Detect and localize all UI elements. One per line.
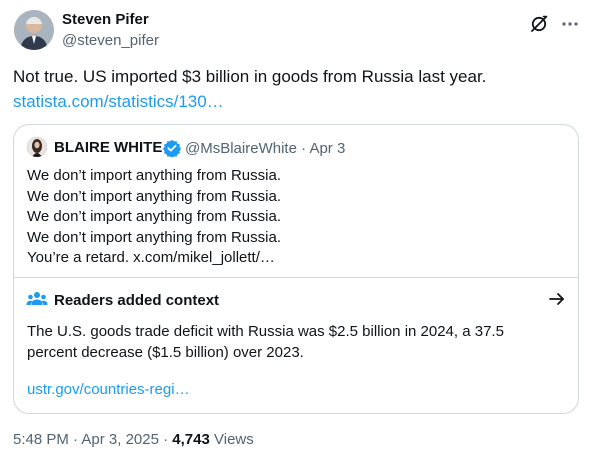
quote-author-avatar[interactable]: [27, 137, 47, 157]
views-label: Views: [214, 431, 254, 448]
tweet-date[interactable]: Apr 3, 2025: [81, 431, 159, 448]
author-handle[interactable]: @steven_pifer: [62, 32, 159, 49]
quote-author-handle[interactable]: @MsBlaireWhite: [185, 140, 297, 157]
divider: [14, 277, 578, 278]
quote-text: We don’t import anything from Russia. We…: [27, 166, 567, 269]
grok-icon[interactable]: [529, 14, 549, 34]
views-count: 4,743: [172, 431, 210, 448]
tweet-time[interactable]: 5:48 PM: [13, 431, 69, 448]
footer-separator: ·: [73, 431, 79, 448]
community-note-text: The U.S. goods trade deficit with Russia…: [27, 322, 567, 363]
quote-line: You’re a retard. x.com/mikel_jollett/…: [27, 249, 275, 266]
author-name[interactable]: Steven Pifer: [62, 11, 149, 28]
community-note-title: Readers added context: [54, 292, 220, 309]
quote-line: We don’t import anything from Russia.: [27, 167, 281, 184]
footer-separator: ·: [163, 431, 169, 448]
quoted-tweet[interactable]: BLAIRE WHITE @MsBlaireWhite · Apr 3 We d…: [13, 124, 579, 414]
tweet-link[interactable]: statista.com/statistics/130…: [13, 91, 224, 113]
arrow-right-icon[interactable]: [548, 290, 566, 308]
quote-meta: @MsBlaireWhite · Apr 3: [185, 140, 345, 157]
quote-line: We don’t import anything from Russia.: [27, 228, 281, 246]
note-line: The U.S. goods trade deficit with Russia…: [27, 323, 504, 340]
quote-separator: ·: [301, 140, 307, 157]
note-line: percent decrease ($1.5 billion) over 202…: [27, 343, 304, 361]
quote-author-name[interactable]: BLAIRE WHITE: [54, 139, 162, 156]
verified-badge-icon: [162, 139, 182, 158]
author-avatar[interactable]: [14, 10, 54, 50]
quote-line: We don’t import anything from Russia.: [27, 187, 281, 205]
community-note-link[interactable]: ustr.gov/countries-regi…: [27, 381, 190, 398]
people-icon: [26, 290, 48, 308]
tweet: Steven Pifer @steven_pifer Not true. US …: [0, 0, 603, 462]
more-icon[interactable]: [560, 14, 580, 34]
quote-line: We don’t import anything from Russia.: [27, 208, 281, 225]
tweet-footer: 5:48 PM · Apr 3, 2025 · 4,743 Views: [13, 431, 254, 448]
quote-date[interactable]: Apr 3: [309, 140, 345, 157]
tweet-text: Not true. US imported $3 billion in good…: [13, 67, 487, 86]
